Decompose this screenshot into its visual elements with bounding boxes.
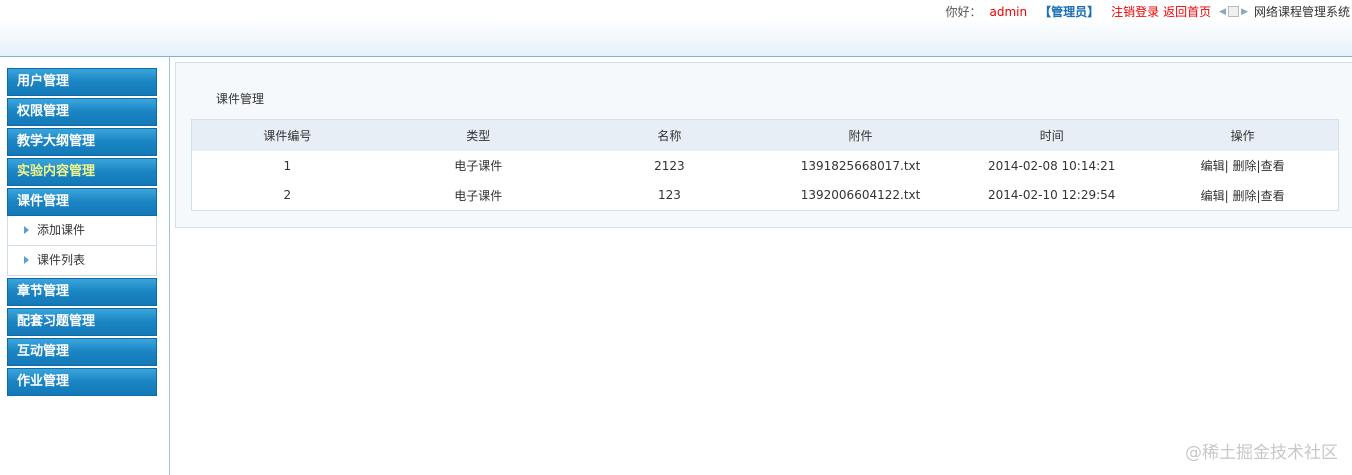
chevron-right-icon[interactable]: ▶ [1241,7,1248,17]
main-panel: 课件管理 课件编号 类型 名称 附件 时间 操作 1 电子课件 2123 139… [175,62,1352,228]
sidebar-item-courseware[interactable]: 课件管理 [7,188,157,216]
triangle-right-icon [24,226,29,234]
cell-actions: 编辑| 删除|查看 [1147,151,1338,181]
home-link[interactable]: 返回首页 [1163,3,1211,20]
cell-id: 1 [283,158,292,173]
cell-id: 2 [283,188,292,203]
col-type: 类型 [382,119,574,151]
col-actions: 操作 [1147,119,1339,151]
chevron-left-icon[interactable]: ◀ [1219,7,1226,17]
header: 你好： admin 【管理员】 注销登录 返回首页 ◀ ▶ 网络课程管理系统 [0,0,1352,57]
cell-attachment: 1391825668017.txt [800,158,921,173]
sidebar-item-experiments[interactable]: 实验内容管理 [7,158,157,186]
table-row: 2 电子课件 123 1392006604122.txt 2014-02-10 … [192,181,1339,211]
cell-type: 电子课件 [454,159,503,173]
sidebar-subitem-add-courseware[interactable]: 添加课件 [7,216,157,246]
edit-link[interactable]: 编辑| [1201,159,1229,173]
table-header: 课件编号 类型 名称 附件 时间 操作 [191,119,1339,151]
courseware-table: 课件编号 类型 名称 附件 时间 操作 1 电子课件 2123 13918256… [191,119,1339,211]
sidebar-subitem-courseware-list[interactable]: 课件列表 [7,246,157,276]
col-attachment: 附件 [764,119,957,151]
page-title: 课件管理 [216,92,265,106]
logout-link[interactable]: 注销登录 [1111,3,1159,20]
delete-link[interactable]: 删除| [1233,159,1261,173]
sidebar-item-chapters[interactable]: 章节管理 [7,278,157,306]
triangle-right-icon [24,256,29,264]
view-link[interactable]: 查看 [1261,159,1285,173]
subitem-label: 添加课件 [37,223,86,237]
user-role: 【管理员】 [1039,5,1100,19]
username: admin [989,4,1028,19]
top-bar: 你好： admin 【管理员】 注销登录 返回首页 ◀ ▶ 网络课程管理系统 [945,3,1350,20]
greeting: 你好： [945,5,982,19]
cell-actions: 编辑| 删除|查看 [1147,181,1338,211]
watermark: @稀土掘金技术社区 [1185,443,1338,463]
edit-link[interactable]: 编辑| [1201,189,1229,203]
cell-attachment: 1392006604122.txt [800,188,921,203]
cell-type: 电子课件 [454,188,503,203]
toggle-box-icon[interactable] [1228,6,1240,17]
cell-name: 2123 [654,158,685,173]
col-id: 课件编号 [191,119,383,151]
system-name: 网络课程管理系统 [1253,5,1350,19]
col-time: 时间 [956,119,1148,151]
cell-time: 2014-02-10 12:29:54 [987,188,1116,203]
table-row: 1 电子课件 2123 1391825668017.txt 2014-02-08… [192,151,1339,181]
sidebar-item-exercises[interactable]: 配套习题管理 [7,308,157,336]
sidebar-item-syllabus[interactable]: 教学大纲管理 [7,128,157,156]
col-name: 名称 [573,119,765,151]
sidebar-item-permissions[interactable]: 权限管理 [7,98,157,126]
cell-time: 2014-02-08 10:14:21 [987,158,1116,173]
subitem-label: 课件列表 [37,253,86,267]
delete-link[interactable]: 删除| [1233,189,1261,203]
nav-arrows: ◀ ▶ [1219,6,1248,17]
sidebar-item-homework[interactable]: 作业管理 [7,368,157,396]
sidebar: 用户管理 权限管理 教学大纲管理 实验内容管理 课件管理 添加课件 课件列表 章… [0,57,170,475]
sidebar-item-users[interactable]: 用户管理 [7,68,157,96]
sidebar-item-interaction[interactable]: 互动管理 [7,338,157,366]
view-link[interactable]: 查看 [1261,189,1285,203]
cell-name: 123 [657,188,681,203]
